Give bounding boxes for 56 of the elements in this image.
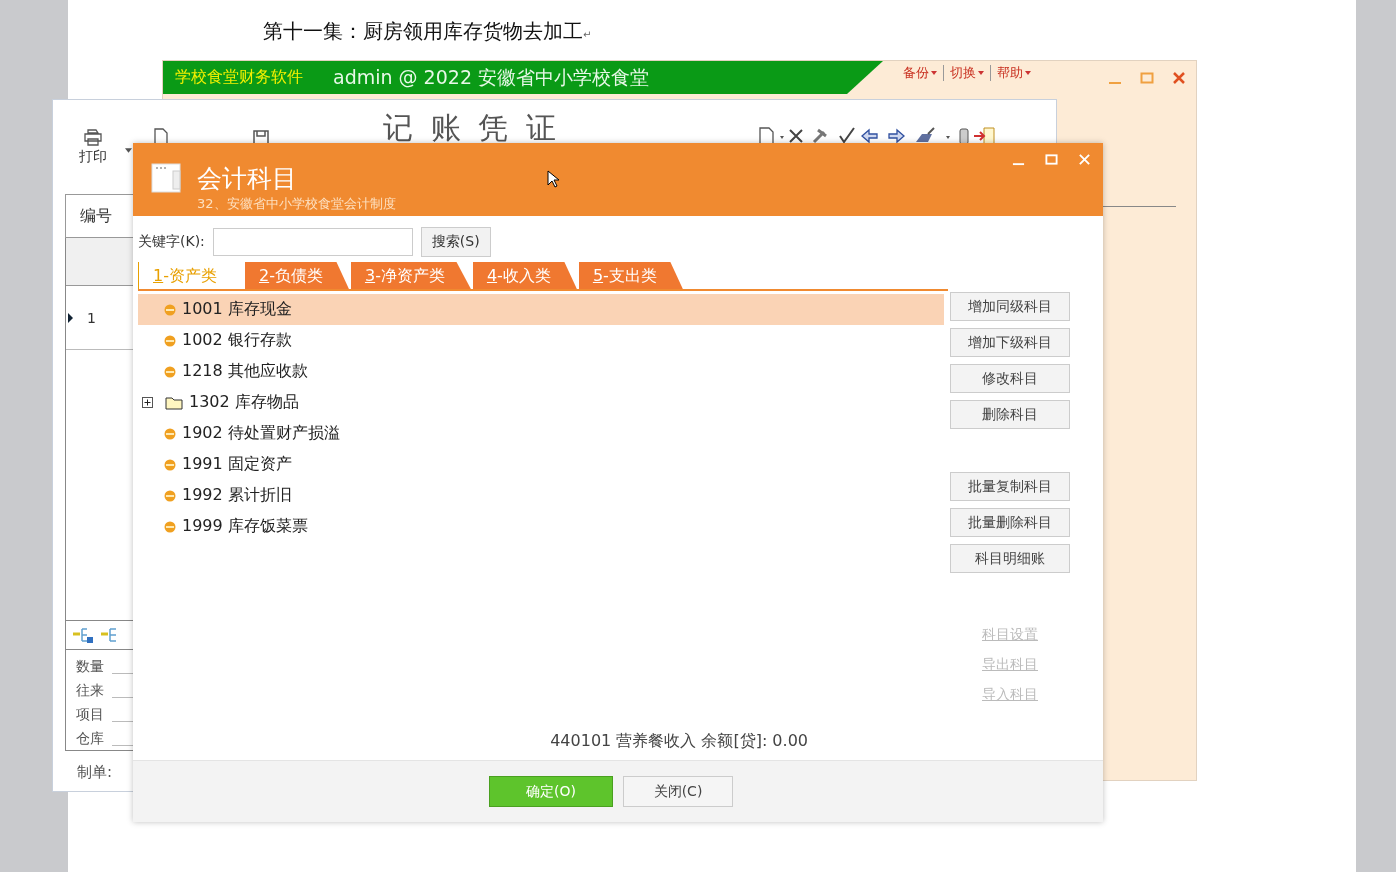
field-label: 仓库 bbox=[76, 730, 104, 748]
menu-item[interactable]: 备份 bbox=[903, 64, 937, 82]
account-item[interactable]: 1992 累计折旧 bbox=[138, 480, 944, 511]
account-item[interactable]: 1991 固定资产 bbox=[138, 449, 944, 480]
field-label: 数量 bbox=[76, 658, 104, 676]
account-item[interactable]: 1302 库存物品 bbox=[138, 387, 944, 418]
row-number: 1 bbox=[87, 309, 96, 326]
account-icon bbox=[164, 520, 176, 533]
account-item[interactable]: 1001 库存现金 bbox=[138, 294, 944, 325]
dropdown-caret-icon[interactable] bbox=[125, 148, 132, 153]
action-button[interactable]: 科目明细账 bbox=[950, 544, 1070, 573]
account-item[interactable]: 1218 其他应收款 bbox=[138, 356, 944, 387]
keyword-field[interactable] bbox=[212, 228, 413, 256]
action-button[interactable]: 增加下级科目 bbox=[950, 328, 1070, 357]
maker-label: 制单: bbox=[77, 763, 113, 782]
menu-item[interactable]: 切换 bbox=[950, 64, 984, 82]
expand-icon[interactable] bbox=[142, 397, 153, 408]
folder-icon bbox=[165, 395, 183, 410]
account-icon bbox=[164, 489, 176, 502]
account-icon bbox=[164, 458, 176, 471]
action-button[interactable]: 修改科目 bbox=[950, 364, 1070, 393]
app-title: 学校食堂财务软件 bbox=[175, 67, 303, 88]
voucher-title: 记 账 凭 证 bbox=[383, 109, 560, 147]
account-icon bbox=[164, 334, 176, 347]
current-row-icon bbox=[68, 312, 73, 323]
window-icon bbox=[151, 163, 181, 193]
document-heading: 第十一集：厨房领用库存货物去加工 bbox=[263, 18, 583, 45]
action-button[interactable]: 批量删除科目 bbox=[950, 508, 1070, 537]
insert-row-icon[interactable] bbox=[72, 627, 94, 643]
search-button[interactable]: 搜索(S) bbox=[420, 227, 491, 257]
action-button[interactable]: 删除科目 bbox=[950, 400, 1070, 429]
close-button[interactable]: 关闭(C) bbox=[623, 776, 733, 807]
cursor-icon bbox=[547, 170, 559, 188]
maximize-icon[interactable] bbox=[1140, 71, 1154, 85]
field-label: 往来 bbox=[76, 682, 104, 700]
account-icon bbox=[164, 303, 176, 316]
caret-icon bbox=[978, 71, 984, 75]
account-item[interactable]: 1002 银行存款 bbox=[138, 325, 944, 356]
menu-item[interactable]: 帮助 bbox=[997, 64, 1031, 82]
dialog-subtitle: 32、安徽省中小学校食堂会计制度 bbox=[197, 195, 396, 213]
close-icon[interactable] bbox=[1172, 71, 1186, 85]
account-item[interactable]: 1902 待处置财产损溢 bbox=[138, 418, 944, 449]
caret-icon bbox=[931, 71, 937, 75]
account-icon bbox=[164, 427, 176, 440]
field-label: 项目 bbox=[76, 706, 104, 724]
caret-icon bbox=[1025, 71, 1031, 75]
action-button[interactable]: 增加同级科目 bbox=[950, 292, 1070, 321]
user-label: admin @ 2022 安徽省中小学校食堂 bbox=[333, 64, 649, 90]
print-button[interactable]: 打印 bbox=[79, 128, 107, 166]
printer-icon bbox=[83, 128, 103, 146]
account-item[interactable]: 1999 库存饭菜票 bbox=[138, 511, 944, 542]
paragraph-mark: ↵ bbox=[583, 29, 592, 40]
dialog-title: 会计科目 bbox=[197, 163, 298, 195]
action-button[interactable]: 批量复制科目 bbox=[950, 472, 1070, 501]
account-icon bbox=[164, 365, 176, 378]
status-text: 440101 营养餐收入 余额[贷]: 0.00 bbox=[550, 731, 808, 752]
